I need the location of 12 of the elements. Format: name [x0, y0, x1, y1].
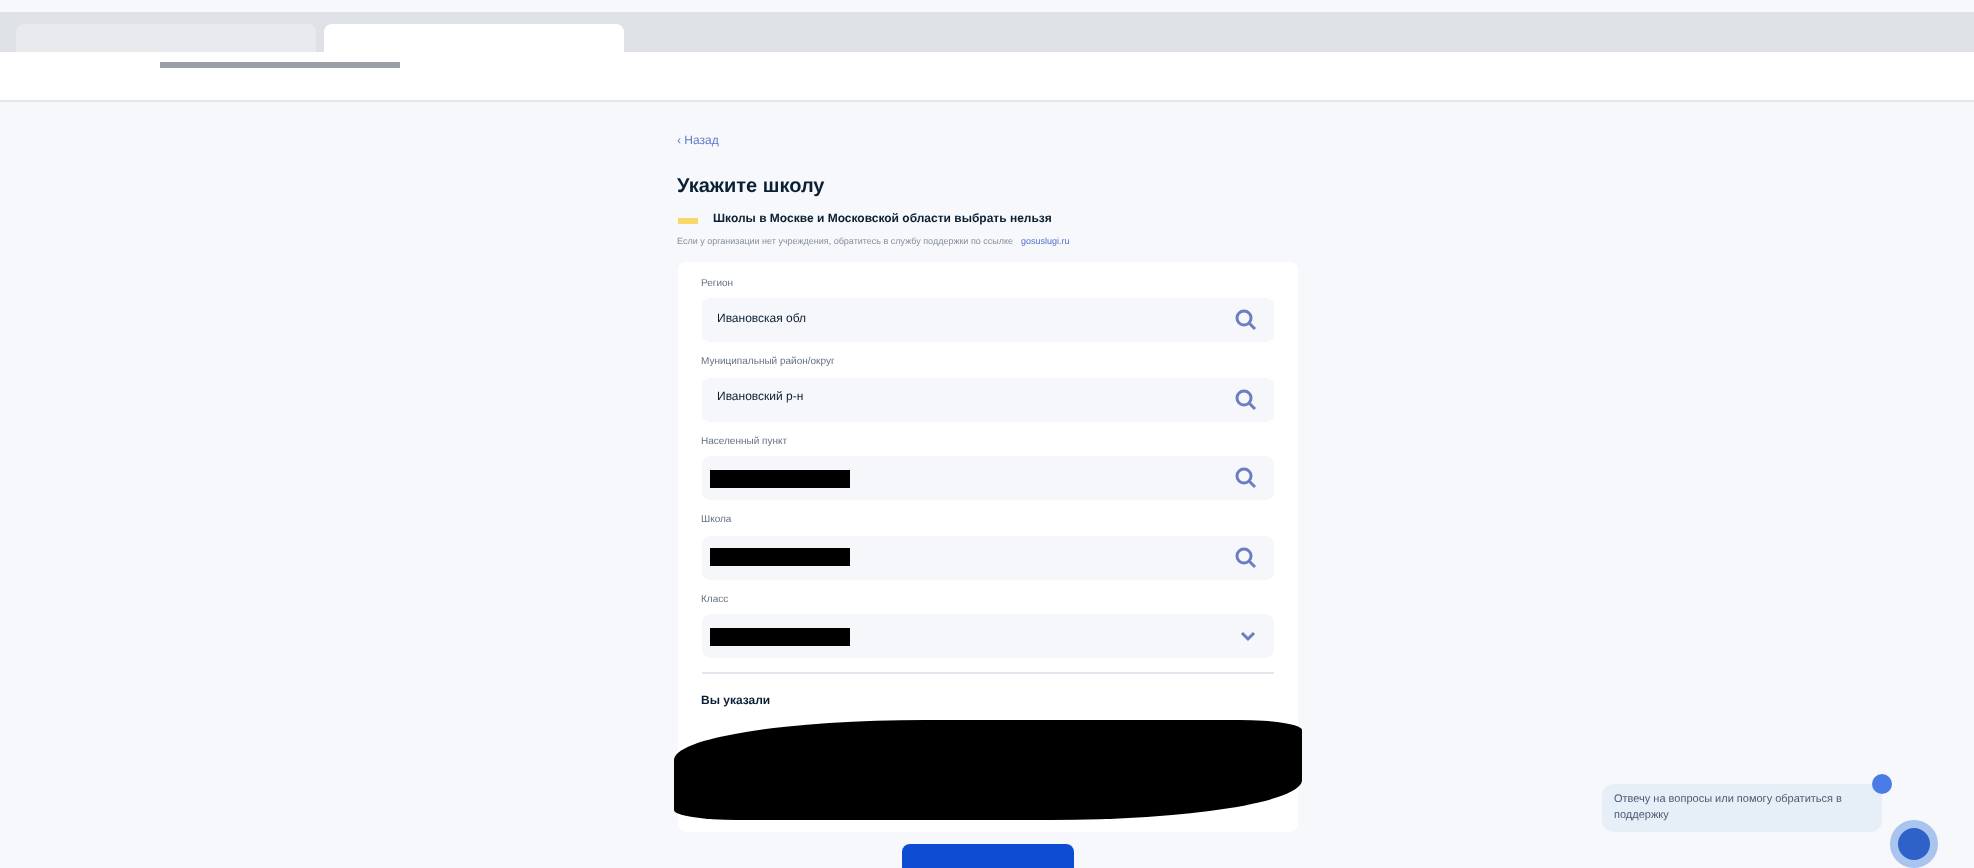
search-icon[interactable]: [1233, 466, 1257, 491]
address-bar[interactable]: [0, 52, 1974, 78]
page-title: Укажите школу: [677, 174, 827, 202]
warning-marker: [677, 218, 697, 224]
select-field[interactable]: [701, 614, 1273, 659]
search-field[interactable]: [701, 535, 1273, 580]
chevron-down-icon[interactable]: [1237, 626, 1257, 647]
search-field[interactable]: [701, 456, 1273, 501]
search-icon[interactable]: [1233, 545, 1257, 570]
search-icon[interactable]: [1233, 387, 1257, 412]
search-icon[interactable]: [1233, 308, 1257, 333]
chat-assistant-icon[interactable]: [1890, 820, 1938, 868]
